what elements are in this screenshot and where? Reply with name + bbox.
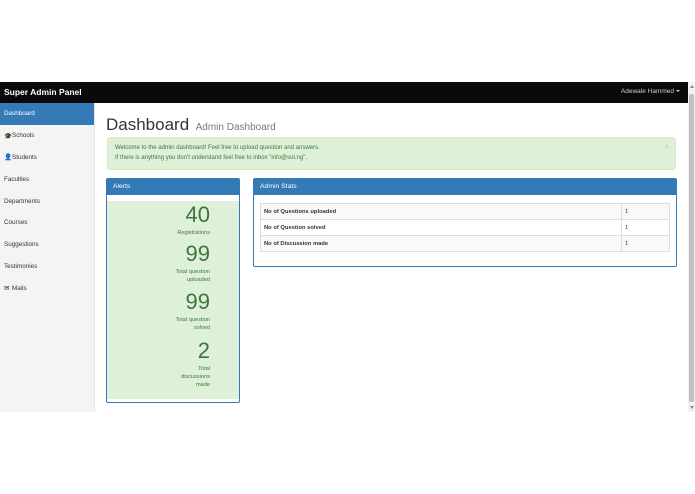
stat-label: Total question uploaded — [175, 269, 210, 283]
stat-registrations: 40 Registrations — [177, 204, 210, 237]
sidebar-item-label: Courses — [4, 219, 28, 227]
page-heading: Dashboard Admin Dashboard — [106, 115, 276, 135]
sidebar: Dashboard 🎓 Schools 👤 Students Faculties D… — [0, 103, 95, 412]
sidebar-item-label: Testimonies — [4, 262, 38, 270]
sidebar-item-dashboard[interactable]: Dashboard — [0, 103, 94, 125]
sidebar-item-label: Suggestions — [4, 241, 39, 249]
sidebar-item-schools[interactable]: 🎓 Schools — [0, 125, 94, 147]
table-row: No of Question solved 1 — [260, 219, 670, 236]
main-content: Dashboard Admin Dashboard Welcome to the… — [106, 103, 678, 412]
page-subtitle: Admin Dashboard — [195, 122, 276, 133]
stat-key: No of Question solved — [260, 219, 622, 236]
graduation-cap-icon: 🎓 — [4, 132, 13, 140]
stat-value: 99 — [185, 289, 210, 314]
scroll-down-icon[interactable] — [689, 406, 694, 409]
sidebar-item-suggestions[interactable]: Suggestions — [0, 234, 94, 256]
table-row: No of Discussion made 1 — [260, 235, 670, 252]
user-menu[interactable]: Adewale Hammed — [621, 88, 680, 95]
stat-questions-uploaded: 99 Total question uploaded — [175, 243, 210, 284]
alert-line-1: Welcome to the admin dashboard! Feel fre… — [115, 145, 320, 151]
user-name: Adewale Hammed — [620, 88, 674, 95]
sidebar-item-label: Schools — [12, 132, 35, 140]
sidebar-item-label: Dashboard — [4, 110, 35, 118]
sidebar-item-label: Faculties — [4, 175, 30, 183]
stat-value: 1 — [621, 219, 670, 236]
stat-value: 2 — [197, 338, 210, 363]
stat-discussions-made: 2 Total discussions made — [181, 340, 210, 389]
sidebar-item-departments[interactable]: Departments — [0, 190, 94, 212]
stat-label: Total discussions made — [181, 366, 210, 388]
admin-stats-table: No of Questions uploaded 1 No of Questio… — [260, 203, 670, 252]
scroll-up-icon[interactable] — [689, 85, 694, 88]
stat-label: Total question solved — [175, 317, 210, 331]
stat-label: Registrations — [177, 230, 210, 236]
sidebar-item-mails[interactable]: ✉ Mails — [0, 277, 94, 299]
sidebar-item-label: Students — [12, 153, 37, 161]
alerts-panel-body: 40 Registrations 99 Total question upload… — [107, 201, 239, 399]
stat-questions-solved: 99 Total question solved — [175, 291, 210, 332]
top-navbar: Super Admin Panel Adewale Hammed — [0, 82, 688, 103]
sidebar-item-testimonies[interactable]: Testimonies — [0, 256, 94, 278]
browser-viewport: Super Admin Panel Adewale Hammed Dashboa… — [0, 82, 695, 412]
admin-stats-title: Admin Stats — [254, 179, 676, 195]
alert-line-2: If there is anything you don't understan… — [115, 154, 307, 161]
caret-down-icon — [676, 90, 680, 92]
page-title: Dashboard — [106, 115, 190, 134]
stat-key: No of Questions uploaded — [260, 203, 622, 220]
admin-stats-panel: Admin Stats No of Questions uploaded 1 N… — [253, 178, 677, 267]
stat-key: No of Discussion made — [260, 235, 622, 252]
sidebar-item-label: Departments — [4, 197, 41, 205]
sidebar-item-students[interactable]: 👤 Students — [0, 147, 94, 169]
table-row: No of Questions uploaded 1 — [260, 203, 670, 220]
stat-value: 99 — [185, 241, 210, 266]
stat-value: 1 — [621, 203, 670, 220]
alerts-panel-title: Alerts — [107, 179, 239, 195]
sidebar-item-faculties[interactable]: Faculties — [0, 168, 94, 190]
stat-value: 1 — [621, 235, 670, 252]
alerts-panel: Alerts 40 Registrations 99 Total questio… — [106, 178, 240, 403]
brand-title[interactable]: Super Admin Panel — [4, 87, 82, 97]
sidebar-item-label: Mails — [12, 284, 27, 292]
sidebar-item-courses[interactable]: Courses — [0, 212, 94, 234]
envelope-icon: ✉ — [4, 285, 10, 293]
close-icon[interactable]: × — [665, 143, 669, 153]
scrollbar-thumb[interactable] — [689, 94, 694, 402]
stat-value: 40 — [185, 202, 210, 227]
vertical-scrollbar[interactable] — [688, 82, 695, 412]
welcome-alert: Welcome to the admin dashboard! Feel fre… — [107, 137, 676, 170]
user-icon: 👤 — [4, 154, 13, 162]
